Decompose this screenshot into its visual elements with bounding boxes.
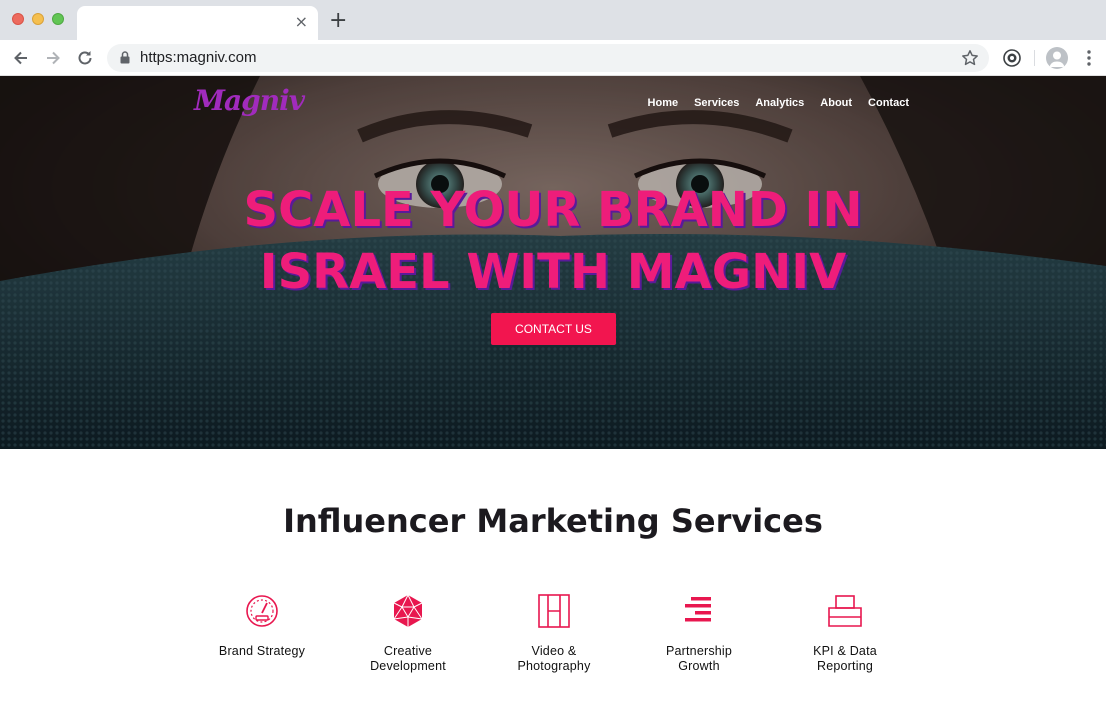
new-tab-button[interactable]: + — [329, 9, 347, 33]
profile-avatar-icon[interactable] — [1046, 47, 1068, 69]
browser-tab[interactable]: × — [77, 6, 318, 40]
menu-kebab-icon[interactable] — [1082, 48, 1096, 68]
close-window-button[interactable] — [12, 13, 24, 25]
contact-us-button[interactable]: CONTACT US — [491, 313, 616, 345]
bookmark-star-icon[interactable] — [961, 49, 979, 67]
service-label: Video & Photography — [517, 644, 591, 673]
service-kpi-data-reporting[interactable]: KPI & Data Reporting — [775, 593, 915, 674]
nav-contact[interactable]: Contact — [868, 96, 909, 110]
forward-arrow-icon[interactable] — [43, 48, 63, 68]
hero-headline: SCALE YOUR BRAND IN ISRAEL WITH MAGNIV — [0, 179, 1106, 303]
lock-icon — [120, 51, 130, 64]
polyhedron-icon — [393, 593, 423, 627]
browser-toolbar: https:magniv.com — [0, 40, 1106, 76]
service-creative-development[interactable]: Creative Development — [338, 593, 478, 674]
service-label: Brand Strategy — [218, 644, 306, 658]
nav-analytics[interactable]: Analytics — [755, 96, 804, 110]
service-partnership-growth[interactable]: Partnership Growth — [629, 593, 769, 674]
extension-icon[interactable] — [1002, 48, 1022, 68]
browser-titlebar: × + — [0, 0, 1106, 40]
report-tray-icon — [828, 595, 862, 627]
hero-headline-line-2: ISRAEL WITH MAGNIV — [259, 244, 847, 300]
minimize-window-button[interactable] — [32, 13, 44, 25]
nav-about[interactable]: About — [820, 96, 852, 110]
main-nav: Home Services Analytics About Contact — [648, 96, 909, 110]
service-label: KPI & Data Reporting — [813, 644, 877, 673]
site-logo[interactable]: Magniv — [194, 84, 305, 117]
service-label: Creative Development — [370, 644, 446, 673]
hero-headline-line-1: SCALE YOUR BRAND IN — [243, 182, 863, 238]
toolbar-separator — [1034, 50, 1035, 66]
service-brand-strategy[interactable]: Brand Strategy — [192, 593, 332, 659]
services-section-title: Influencer Marketing Services — [283, 502, 823, 540]
back-arrow-icon[interactable] — [11, 48, 31, 68]
bars-icon — [685, 597, 711, 622]
speedometer-icon — [246, 595, 278, 627]
close-tab-icon[interactable]: × — [295, 13, 308, 31]
hero-section: Magniv Home Services Analytics About Con… — [0, 76, 1106, 449]
nav-services[interactable]: Services — [694, 96, 739, 110]
grid-frame-icon — [538, 594, 570, 628]
nav-home[interactable]: Home — [648, 96, 679, 110]
url-text: https:magniv.com — [140, 49, 257, 66]
address-bar[interactable]: https:magniv.com — [107, 44, 989, 72]
service-label: Partnership Growth — [665, 644, 733, 673]
service-video-photography[interactable]: Video & Photography — [484, 593, 624, 674]
maximize-window-button[interactable] — [52, 13, 64, 25]
reload-icon[interactable] — [75, 48, 95, 68]
